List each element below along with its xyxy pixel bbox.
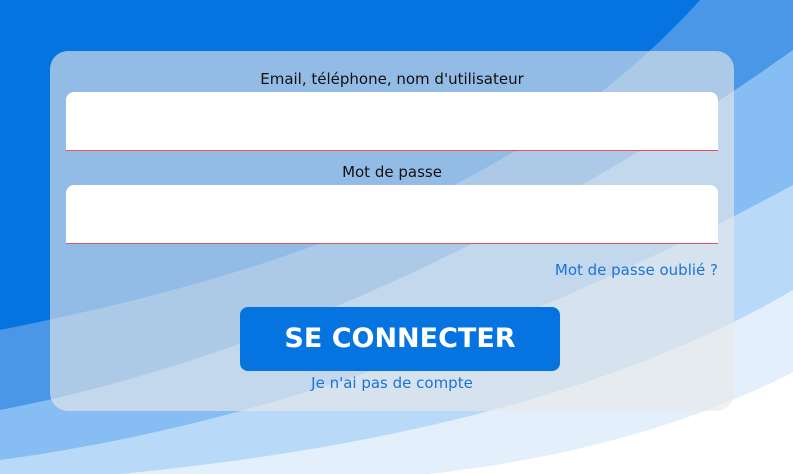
no-account-link[interactable]: Je n'ai pas de compte bbox=[50, 373, 734, 393]
forgot-password-link[interactable]: Mot de passe oublié ? bbox=[555, 260, 718, 280]
login-button[interactable]: SE CONNECTER bbox=[240, 307, 560, 371]
password-input[interactable] bbox=[66, 185, 718, 244]
identifier-label: Email, téléphone, nom d'utilisateur bbox=[260, 70, 524, 88]
identifier-input[interactable] bbox=[66, 92, 718, 151]
login-card: Email, téléphone, nom d'utilisateur Mot … bbox=[50, 51, 734, 411]
password-label: Mot de passe bbox=[342, 163, 442, 181]
